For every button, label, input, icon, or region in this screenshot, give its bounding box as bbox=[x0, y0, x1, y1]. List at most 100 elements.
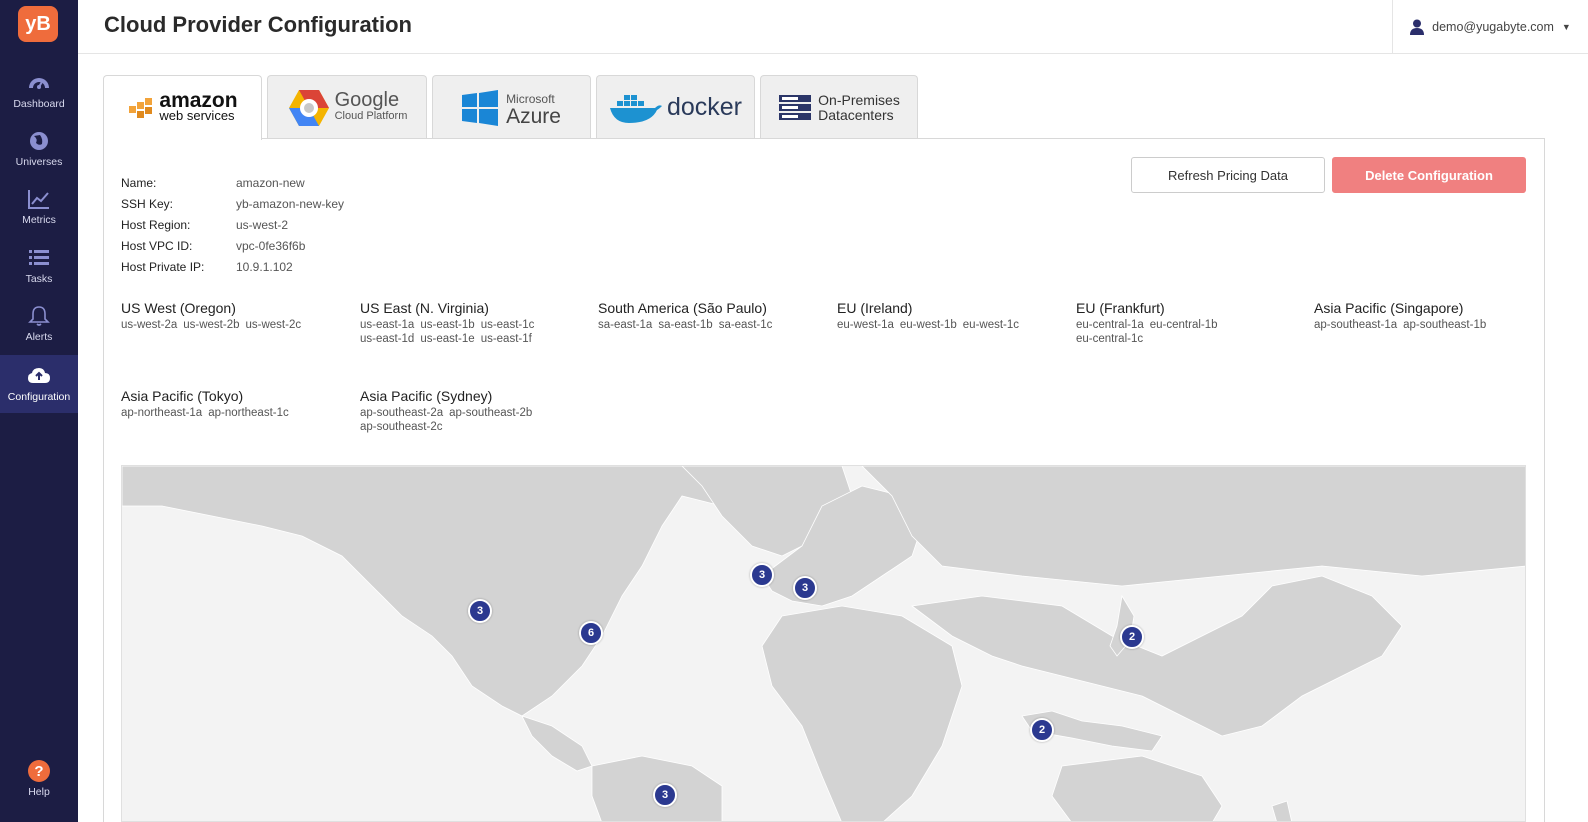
tab-aws[interactable]: amazon web services bbox=[103, 75, 262, 140]
region-map[interactable]: 3 6 3 3 2 2 3 bbox=[121, 465, 1526, 822]
zone-label: us-east-1b bbox=[420, 319, 475, 331]
region-sa-east: South America (São Paulo) sa-east-1a sa-e… bbox=[598, 300, 823, 332]
bell-icon bbox=[28, 306, 50, 326]
map-marker-ap-singapore[interactable]: 2 bbox=[1030, 718, 1054, 742]
region-us-west: US West (Oregon) us-west-2a us-west-2b us-… bbox=[121, 300, 346, 332]
region-name: US West (Oregon) bbox=[121, 300, 236, 316]
map-marker-ap-tokyo[interactable]: 2 bbox=[1120, 625, 1144, 649]
provider-details: Name: amazon-new SSH Key: yb-amazon-new-… bbox=[121, 176, 344, 281]
tab-onprem-label: On-Premises bbox=[818, 91, 900, 108]
tab-onprem[interactable]: On-Premises Datacenters bbox=[760, 75, 918, 139]
yugabyte-logo[interactable]: yB bbox=[18, 6, 58, 42]
detail-value: 10.9.1.102 bbox=[236, 260, 293, 274]
help-icon: ? bbox=[28, 760, 50, 782]
detail-row-name: Name: amazon-new bbox=[121, 176, 344, 197]
app-root: yB Dashboard Universes Metrics Tasks Ale… bbox=[0, 0, 1588, 822]
list-icon bbox=[29, 250, 49, 265]
zone-label: eu-west-1c bbox=[962, 319, 1020, 331]
region-ap-singapore: Asia Pacific (Singapore) ap-southeast-1a… bbox=[1314, 300, 1526, 332]
sidebar-item-label: Help bbox=[28, 786, 50, 798]
zone-label: sa-east-1c bbox=[718, 319, 773, 331]
map-marker-us-west[interactable]: 3 bbox=[468, 599, 492, 623]
zone-label: ap-northeast-1c bbox=[208, 407, 289, 419]
zone-label: ap-southeast-2a bbox=[360, 407, 444, 419]
tab-gcp[interactable]: Google Cloud Platform bbox=[267, 75, 427, 139]
sidebar-item-universes[interactable]: Universes bbox=[0, 120, 78, 178]
zone-label: ap-northeast-1a bbox=[121, 407, 203, 419]
region-name: EU (Ireland) bbox=[837, 300, 913, 316]
cloud-upload-icon bbox=[28, 368, 50, 383]
region-name: South America (São Paulo) bbox=[598, 300, 767, 316]
zone-label: eu-west-1a bbox=[837, 319, 894, 331]
zone-label: sa-east-1a bbox=[598, 319, 653, 331]
server-rack-icon bbox=[779, 94, 812, 120]
zone-label: ap-southeast-1a bbox=[1314, 319, 1398, 331]
tab-docker-label: docker bbox=[666, 93, 743, 121]
region-zones: sa-east-1a sa-east-1b sa-east-1c bbox=[598, 318, 823, 332]
detail-row-host-region: Host Region: us-west-2 bbox=[121, 218, 344, 239]
region-zones: ap-southeast-1a ap-southeast-1b bbox=[1314, 318, 1526, 332]
chart-icon bbox=[28, 190, 49, 209]
zone-label: us-east-1d bbox=[360, 333, 415, 345]
region-name: EU (Frankfurt) bbox=[1076, 300, 1165, 316]
zone-label: us-west-2b bbox=[183, 319, 240, 331]
sidebar-item-label: Metrics bbox=[22, 214, 56, 226]
dashboard-icon bbox=[29, 78, 49, 89]
region-eu-ireland: EU (Ireland) eu-west-1a eu-west-1b eu-west… bbox=[837, 300, 1062, 332]
top-header: Cloud Provider Configuration demo@yugaby… bbox=[78, 0, 1588, 54]
sidebar-item-alerts[interactable]: Alerts bbox=[0, 295, 78, 353]
sidebar-item-tasks[interactable]: Tasks bbox=[0, 237, 78, 295]
tab-gcp-sublabel: Cloud Platform bbox=[334, 109, 408, 122]
map-marker-eu-ireland[interactable]: 3 bbox=[750, 563, 774, 587]
detail-label: SSH Key: bbox=[121, 197, 174, 211]
detail-value: yb-amazon-new-key bbox=[236, 197, 345, 211]
caret-down-icon: ▼ bbox=[1561, 22, 1571, 32]
region-zones: ap-northeast-1a ap-northeast-1c bbox=[121, 406, 346, 420]
sidebar: yB Dashboard Universes Metrics Tasks Ale… bbox=[0, 0, 78, 822]
zone-label: us-west-2a bbox=[121, 319, 178, 331]
region-zones: eu-central-1a eu-central-1b eu-central-1c bbox=[1076, 318, 1301, 346]
delete-configuration-button[interactable]: Delete Configuration bbox=[1332, 157, 1526, 193]
detail-row-host-ip: Host Private IP: 10.9.1.102 bbox=[121, 260, 344, 281]
tab-aws-label: amazon bbox=[159, 89, 238, 112]
sidebar-item-metrics[interactable]: Metrics bbox=[0, 178, 78, 236]
region-name: US East (N. Virginia) bbox=[360, 300, 489, 316]
sidebar-item-label: Tasks bbox=[25, 273, 53, 285]
detail-value: vpc-0fe36f6b bbox=[236, 239, 306, 253]
sidebar-item-dashboard[interactable]: Dashboard bbox=[0, 62, 78, 120]
gcp-logo-icon bbox=[288, 89, 329, 126]
zone-label: us-east-1f bbox=[480, 333, 532, 345]
region-name: Asia Pacific (Sydney) bbox=[360, 388, 493, 404]
region-ap-tokyo: Asia Pacific (Tokyo) ap-northeast-1a ap-n… bbox=[121, 388, 346, 420]
sidebar-item-configuration[interactable]: Configuration bbox=[0, 355, 78, 413]
map-marker-sa-east[interactable]: 3 bbox=[653, 783, 677, 807]
user-menu[interactable]: demo@yugabyte.com ▼ bbox=[1392, 0, 1588, 54]
detail-label: Host Private IP: bbox=[121, 260, 205, 274]
refresh-pricing-button[interactable]: Refresh Pricing Data bbox=[1131, 157, 1325, 193]
region-name: Asia Pacific (Singapore) bbox=[1314, 300, 1464, 316]
detail-label: Name: bbox=[121, 176, 157, 190]
zone-label: eu-central-1c bbox=[1076, 333, 1144, 345]
tab-onprem-sublabel: Datacenters bbox=[818, 106, 894, 123]
tab-docker[interactable]: docker bbox=[596, 75, 755, 139]
region-name: Asia Pacific (Tokyo) bbox=[121, 388, 244, 404]
zone-label: sa-east-1b bbox=[658, 319, 713, 331]
sidebar-item-label: Configuration bbox=[7, 391, 71, 403]
sidebar-item-help[interactable]: ? Help bbox=[0, 760, 78, 798]
map-marker-us-east[interactable]: 6 bbox=[579, 621, 603, 645]
sidebar-item-label: Alerts bbox=[25, 331, 53, 343]
zone-label: us-east-1c bbox=[480, 319, 535, 331]
globe-icon bbox=[30, 132, 48, 150]
tab-azure-label: Azure bbox=[506, 104, 561, 128]
user-email: demo@yugabyte.com bbox=[1432, 20, 1554, 34]
zone-label: us-west-2c bbox=[245, 319, 302, 331]
zone-label: eu-central-1a bbox=[1076, 319, 1144, 331]
detail-row-ssh-key: SSH Key: yb-amazon-new-key bbox=[121, 197, 344, 218]
zone-label: ap-southeast-1b bbox=[1403, 319, 1487, 331]
region-us-east: US East (N. Virginia) us-east-1a us-east-… bbox=[360, 300, 585, 346]
map-marker-eu-frankfurt[interactable]: 3 bbox=[793, 576, 817, 600]
region-ap-sydney: Asia Pacific (Sydney) ap-southeast-2a ap-… bbox=[360, 388, 585, 434]
zone-label: us-east-1a bbox=[360, 319, 415, 331]
zone-label: ap-southeast-2b bbox=[449, 407, 533, 419]
tab-azure[interactable]: Microsoft Azure bbox=[432, 75, 591, 139]
